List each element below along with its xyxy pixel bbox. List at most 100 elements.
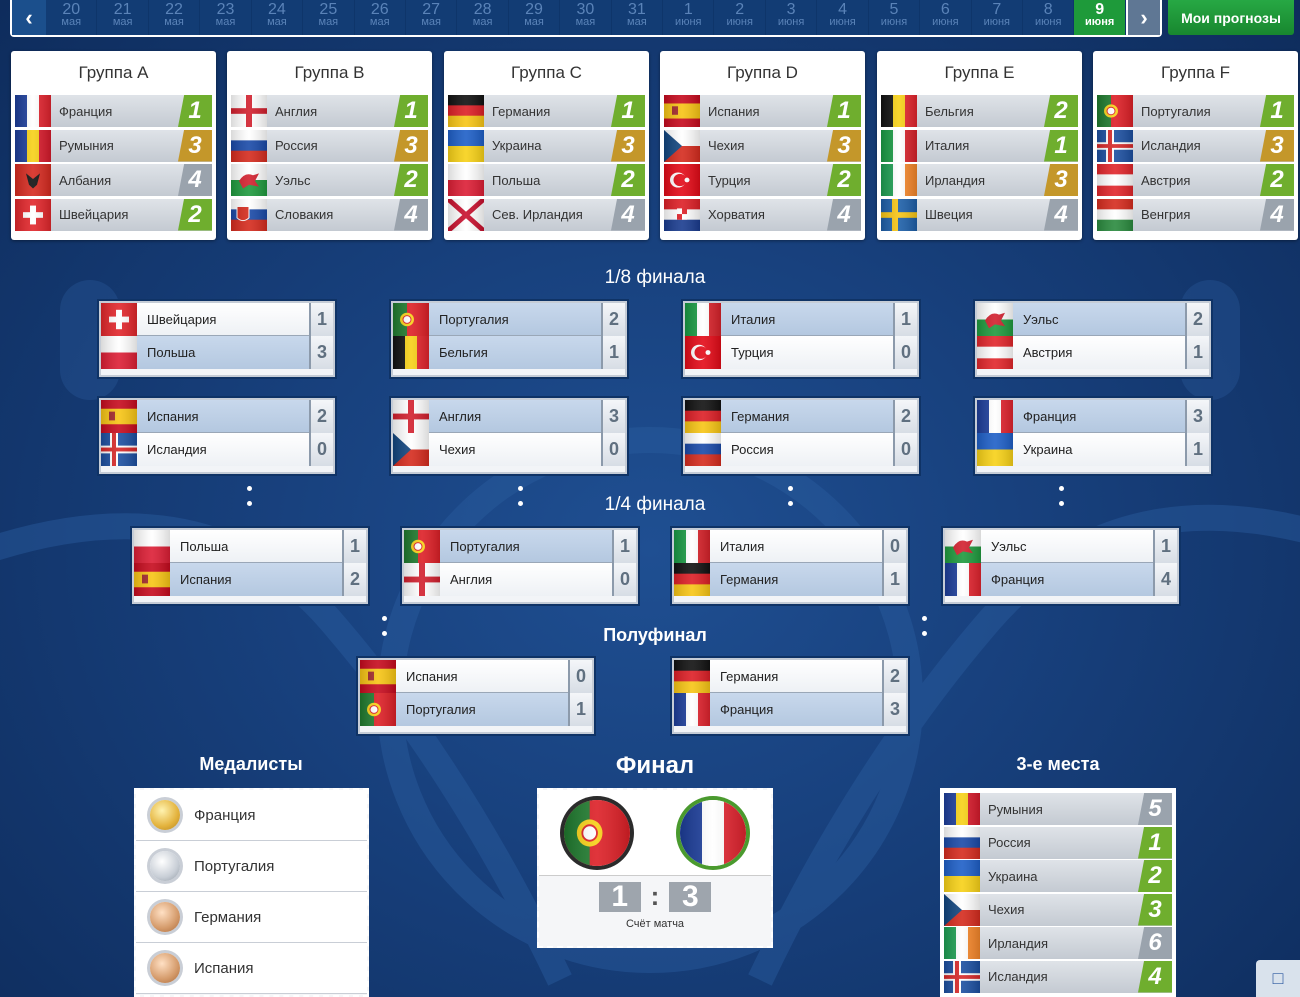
match-team-row[interactable]: Уэльс 2: [977, 302, 1209, 336]
team-score[interactable]: 0: [601, 433, 625, 466]
team-score[interactable]: 4: [1153, 563, 1177, 596]
date-4[interactable]: 24 мая: [252, 0, 304, 35]
team-score[interactable]: 1: [612, 529, 636, 563]
match-team-row[interactable]: Франция 3: [674, 693, 906, 726]
team-score[interactable]: 0: [893, 336, 917, 369]
group-team-row[interactable]: Уэльс 2: [231, 164, 428, 196]
team-position[interactable]: 2: [178, 198, 212, 231]
prev-dates-button[interactable]: ‹: [12, 0, 46, 35]
date-16[interactable]: 5 июня: [869, 0, 921, 35]
group-team-row[interactable]: Австрия 2: [1097, 164, 1294, 196]
group-team-row[interactable]: Германия 1: [448, 95, 645, 127]
group-team-row[interactable]: Швейцария 2: [15, 198, 212, 231]
match-team-row[interactable]: Россия 0: [685, 433, 917, 466]
date-1[interactable]: 21 мая: [97, 0, 149, 35]
match-team-row[interactable]: Испания 0: [360, 659, 592, 693]
team-position[interactable]: 4: [1044, 198, 1078, 231]
third-place-row[interactable]: Россия 1: [944, 826, 1172, 859]
team-position[interactable]: 1: [1044, 129, 1078, 162]
match-team-row[interactable]: Уэльс 1: [945, 529, 1177, 563]
chat-button[interactable]: □: [1256, 960, 1300, 997]
group-team-row[interactable]: Словакия 4: [231, 198, 428, 231]
date-0[interactable]: 20 мая: [46, 0, 98, 35]
team-score[interactable]: 1: [1185, 336, 1209, 369]
date-13[interactable]: 2 июня: [714, 0, 766, 35]
team-score[interactable]: 2: [882, 659, 906, 693]
team-position[interactable]: 1: [611, 95, 645, 127]
match-team-row[interactable]: Франция 4: [945, 563, 1177, 596]
team-position[interactable]: 3: [827, 129, 861, 162]
date-3[interactable]: 23 мая: [200, 0, 252, 35]
date-18[interactable]: 7 июня: [972, 0, 1024, 35]
team-position[interactable]: 5: [1138, 793, 1172, 825]
date-10[interactable]: 30 мая: [560, 0, 612, 35]
team-position[interactable]: 3: [1260, 129, 1294, 162]
team-score[interactable]: 1: [601, 336, 625, 369]
group-team-row[interactable]: Англия 1: [231, 95, 428, 127]
match-team-row[interactable]: Швейцария 1: [101, 302, 333, 336]
date-6[interactable]: 26 мая: [355, 0, 406, 35]
group-team-row[interactable]: Турция 2: [664, 164, 861, 196]
match-team-row[interactable]: Италия 1: [685, 302, 917, 336]
match-team-row[interactable]: Польша 1: [134, 529, 366, 563]
date-9[interactable]: 29 мая: [509, 0, 561, 35]
team-score[interactable]: 1: [893, 302, 917, 336]
match-team-row[interactable]: Турция 0: [685, 336, 917, 369]
team-score[interactable]: 2: [1185, 302, 1209, 336]
date-7[interactable]: 27 мая: [406, 0, 458, 35]
match-team-row[interactable]: Австрия 1: [977, 336, 1209, 369]
team-position[interactable]: 4: [394, 198, 428, 231]
group-team-row[interactable]: Венгрия 4: [1097, 198, 1294, 231]
group-team-row[interactable]: Италия 1: [881, 129, 1078, 162]
team-score[interactable]: 1: [1153, 529, 1177, 563]
my-predictions-button[interactable]: Мои прогнозы: [1168, 0, 1294, 35]
match-team-row[interactable]: Англия 3: [393, 399, 625, 433]
team-score[interactable]: 3: [1185, 399, 1209, 433]
date-15[interactable]: 4 июня: [817, 0, 869, 35]
match-team-row[interactable]: Испания 2: [134, 563, 366, 596]
team-position[interactable]: 2: [394, 164, 428, 196]
group-team-row[interactable]: Исландия 3: [1097, 129, 1294, 162]
match-team-row[interactable]: Португалия 1: [404, 529, 636, 563]
date-12[interactable]: 1 июня: [663, 0, 715, 35]
team-position[interactable]: 4: [1138, 960, 1172, 993]
group-team-row[interactable]: Португалия 1: [1097, 95, 1294, 127]
group-team-row[interactable]: Сев. Ирландия 4: [446, 196, 645, 233]
match-team-row[interactable]: Исландия 0: [101, 433, 333, 466]
team-position[interactable]: 2: [1138, 860, 1172, 892]
group-team-row[interactable]: Украина 3: [448, 129, 645, 162]
team-score[interactable]: 2: [893, 399, 917, 433]
team-score[interactable]: 2: [309, 399, 333, 433]
date-2[interactable]: 22 мая: [149, 0, 201, 35]
team-position[interactable]: 6: [1138, 927, 1172, 959]
group-team-row[interactable]: Румыния 3: [15, 129, 212, 162]
date-5[interactable]: 25 мая: [303, 0, 355, 35]
group-team-row[interactable]: Чехия 3: [664, 129, 861, 162]
team-position[interactable]: 4: [178, 164, 212, 196]
team-position[interactable]: 2: [611, 164, 645, 196]
next-dates-button[interactable]: ›: [1126, 0, 1160, 35]
group-team-row[interactable]: Ирландия 3: [881, 164, 1078, 196]
match-team-row[interactable]: Германия 1: [674, 563, 906, 596]
group-team-row[interactable]: Албания 4: [15, 164, 212, 196]
group-team-row[interactable]: Бельгия 2: [881, 95, 1078, 127]
team-position[interactable]: 3: [611, 129, 645, 162]
third-place-row[interactable]: Исландия 4: [944, 960, 1172, 993]
match-team-row[interactable]: Чехия 0: [393, 433, 625, 466]
team-score[interactable]: 0: [882, 529, 906, 563]
final-away-score[interactable]: 3: [669, 880, 712, 913]
date-8[interactable]: 28 мая: [457, 0, 509, 35]
team-score[interactable]: 1: [568, 693, 592, 726]
match-team-row[interactable]: Италия 0: [674, 529, 906, 563]
third-place-row[interactable]: Чехия 3: [944, 893, 1172, 926]
team-position[interactable]: 1: [827, 95, 861, 127]
date-11[interactable]: 31 мая: [612, 0, 664, 35]
team-score[interactable]: 0: [568, 659, 592, 693]
match-team-row[interactable]: Польша 3: [101, 336, 333, 369]
match-team-row[interactable]: Бельгия 1: [393, 336, 625, 369]
team-position[interactable]: 3: [394, 129, 428, 162]
team-position[interactable]: 1: [394, 95, 428, 127]
team-position[interactable]: 4: [611, 198, 645, 231]
group-team-row[interactable]: Испания 1: [664, 95, 861, 127]
date-14[interactable]: 3 июня: [766, 0, 818, 35]
